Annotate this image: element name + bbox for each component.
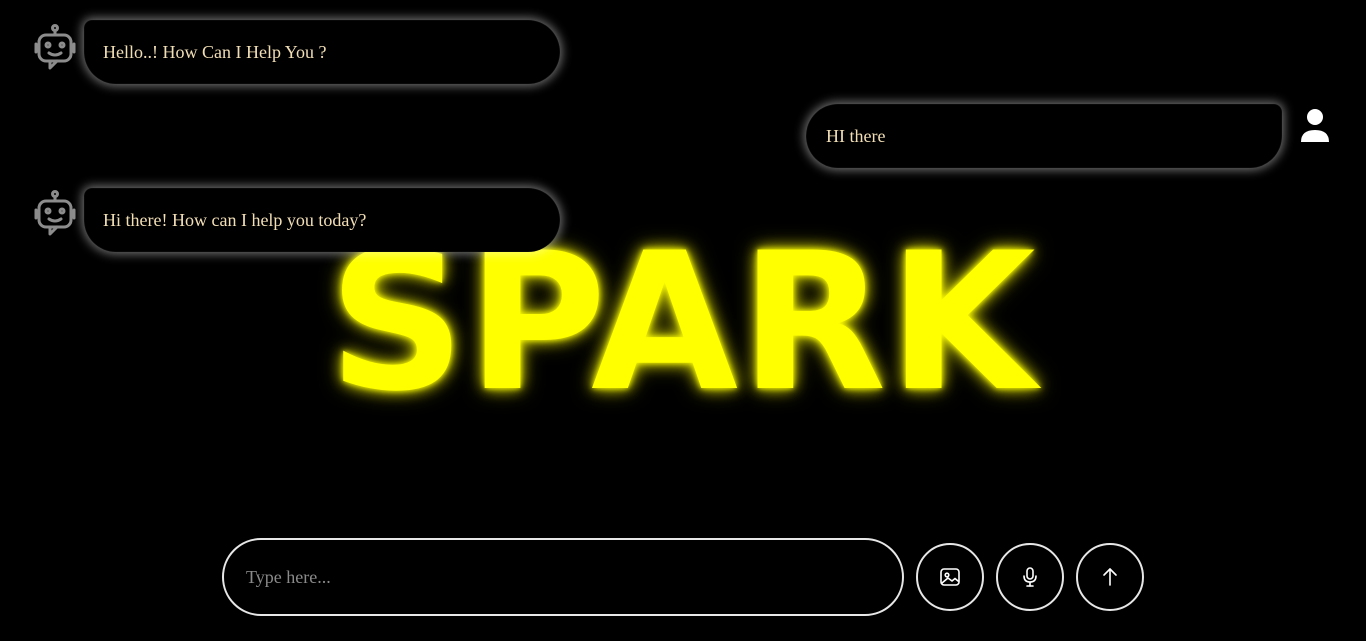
robot-icon bbox=[30, 24, 84, 78]
chat-screen: SPARK Hello..! How Can I Help You ? HI t… bbox=[0, 0, 1366, 641]
send-button[interactable] bbox=[1076, 543, 1144, 611]
user-message-bubble: HI there bbox=[806, 104, 1282, 168]
robot-icon bbox=[30, 190, 84, 244]
arrow-up-icon bbox=[1098, 565, 1122, 589]
image-icon bbox=[938, 565, 962, 589]
message-input[interactable] bbox=[244, 565, 868, 589]
user-icon bbox=[1292, 104, 1336, 148]
microphone-button[interactable] bbox=[996, 543, 1064, 611]
message-input-container bbox=[222, 538, 904, 616]
message-text: HI there bbox=[826, 125, 886, 146]
brand-title: SPARK bbox=[328, 212, 1038, 433]
message-text: Hello..! How Can I Help You ? bbox=[103, 41, 327, 62]
bot-message-bubble: Hi there! How can I help you today? bbox=[84, 188, 560, 252]
microphone-icon bbox=[1018, 565, 1042, 589]
image-upload-button[interactable] bbox=[916, 543, 984, 611]
message-text: Hi there! How can I help you today? bbox=[103, 209, 367, 230]
bot-message-bubble: Hello..! How Can I Help You ? bbox=[84, 20, 560, 84]
